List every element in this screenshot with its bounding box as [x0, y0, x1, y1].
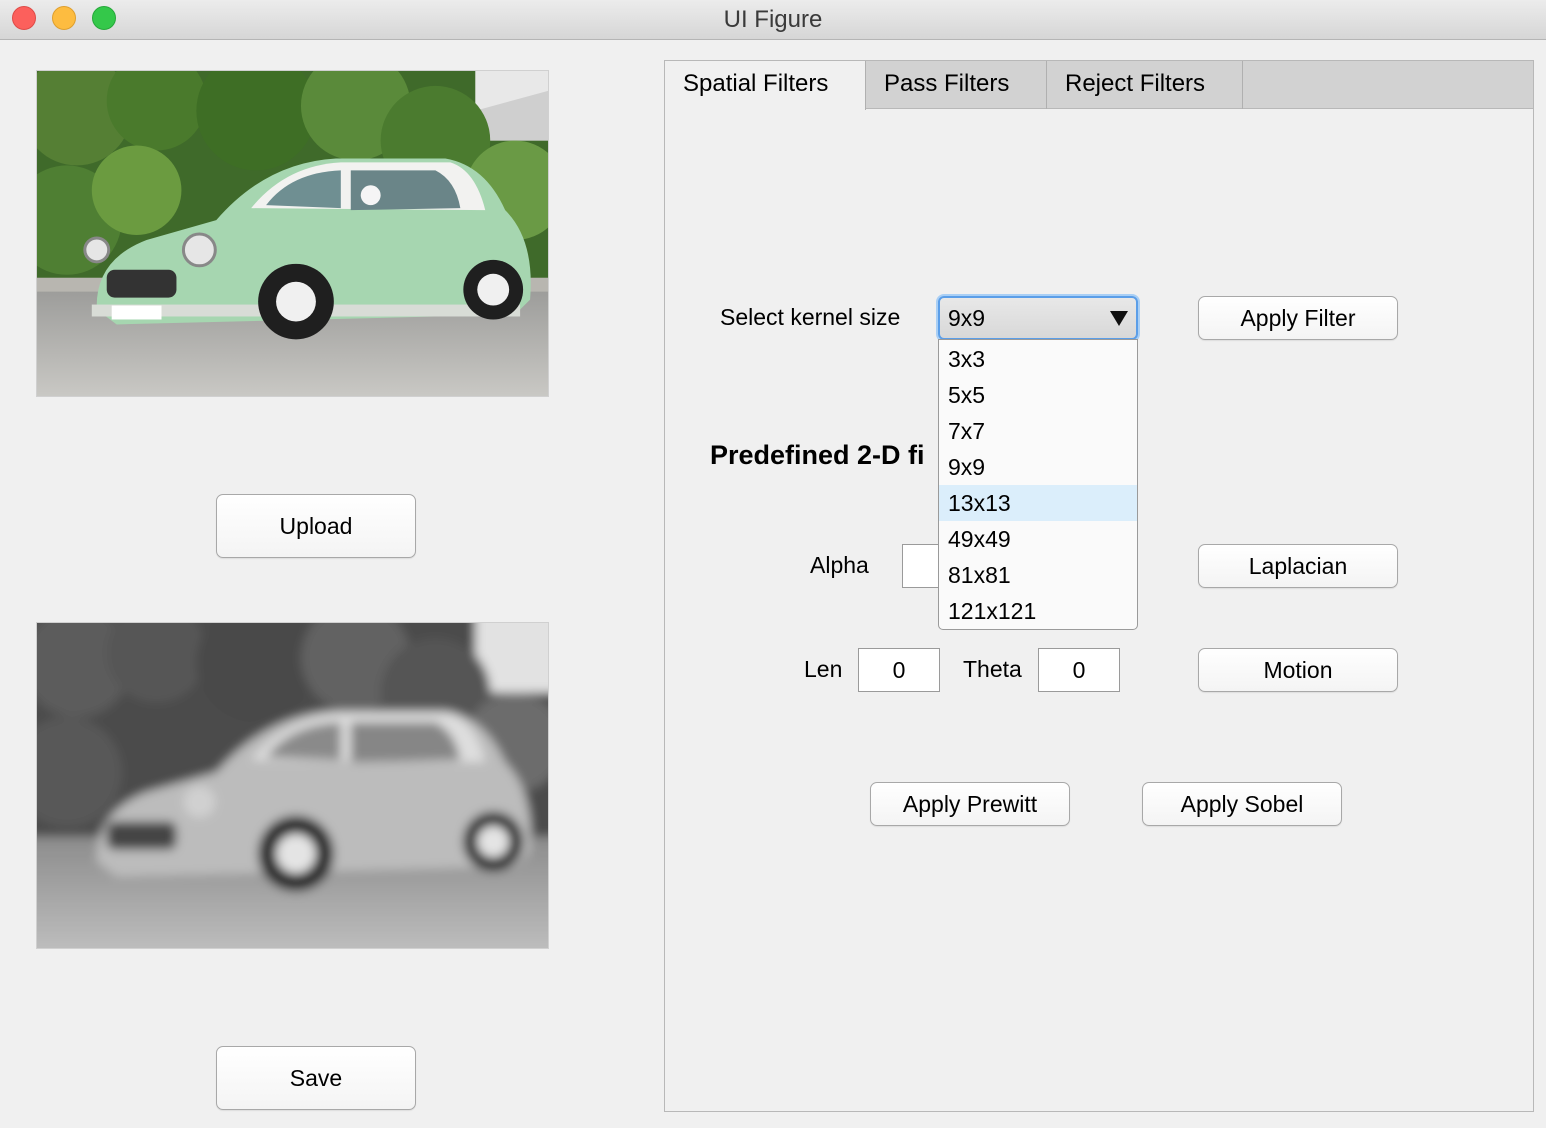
len-input[interactable]: 0 — [858, 648, 940, 692]
apply-prewitt-button[interactable]: Apply Prewitt — [870, 782, 1070, 826]
alpha-label: Alpha — [810, 552, 869, 578]
kernel-option[interactable]: 121x121 — [939, 593, 1137, 629]
kernel-size-options: 3x3 5x5 7x7 9x9 13x13 49x49 81x81 121x12… — [938, 339, 1138, 630]
kernel-option[interactable]: 9x9 — [939, 449, 1137, 485]
window-title: UI Figure — [723, 6, 823, 33]
apply-sobel-button[interactable]: Apply Sobel — [1142, 782, 1342, 826]
kernel-size-label: Select kernel size — [720, 304, 901, 330]
len-label: Len — [804, 656, 843, 682]
result-image — [36, 622, 549, 949]
laplacian-button[interactable]: Laplacian — [1198, 544, 1398, 588]
theta-input[interactable]: 0 — [1038, 648, 1120, 692]
tab-reject-filters[interactable]: Reject Filters — [1047, 61, 1243, 109]
tab-pass-filters[interactable]: Pass Filters — [866, 61, 1047, 109]
kernel-option[interactable]: 49x49 — [939, 521, 1137, 557]
kernel-option[interactable]: 81x81 — [939, 557, 1137, 593]
tab-strip: Spatial Filters Pass Filters Reject Filt… — [665, 61, 1533, 110]
kernel-size-dropdown[interactable]: 9x9 — [938, 296, 1138, 340]
motion-button[interactable]: Motion — [1198, 648, 1398, 692]
kernel-option-highlighted[interactable]: 13x13 — [939, 485, 1137, 521]
save-button[interactable]: Save — [216, 1046, 416, 1110]
kernel-option[interactable]: 7x7 — [939, 413, 1137, 449]
tab-spatial-filters[interactable]: Spatial Filters — [665, 61, 866, 110]
apply-filter-button[interactable]: Apply Filter — [1198, 296, 1398, 340]
upload-button[interactable]: Upload — [216, 494, 416, 558]
kernel-option[interactable]: 3x3 — [939, 341, 1137, 377]
dropdown-arrow-icon — [1110, 311, 1128, 326]
theta-label: Theta — [963, 656, 1022, 682]
window-titlebar: UI Figure — [0, 0, 1546, 40]
kernel-option[interactable]: 5x5 — [939, 377, 1137, 413]
original-image — [36, 70, 549, 397]
kernel-size-selected: 9x9 — [948, 305, 986, 331]
predefined-filters-heading: Predefined 2-D fi — [710, 440, 925, 470]
